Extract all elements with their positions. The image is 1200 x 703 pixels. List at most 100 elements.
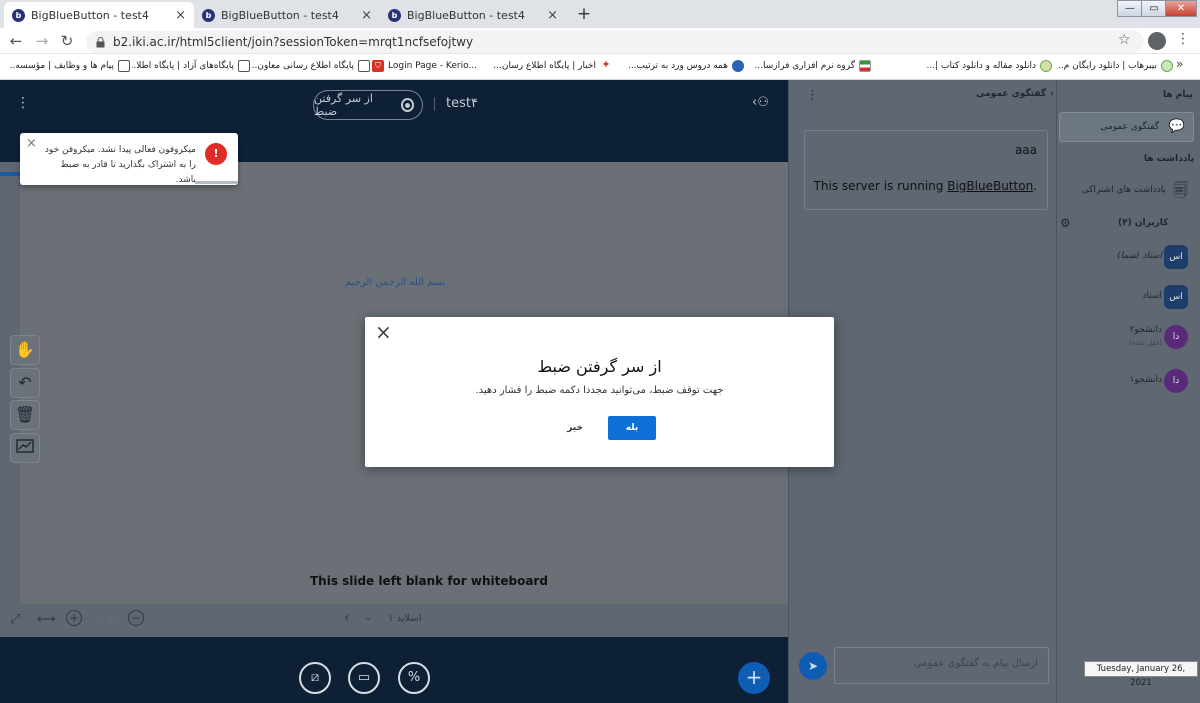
toast-message: میکروفون فعالی پیدا نشد. میکروفن خود را … xyxy=(44,145,196,185)
minimize-button[interactable]: — xyxy=(1117,0,1143,17)
tab-title: BigBlueButton - test4 xyxy=(31,8,149,22)
bookmark-item[interactable]: پیام ها و وظایف | مؤسسه... xyxy=(10,57,130,75)
avatar: اس xyxy=(1164,285,1188,309)
tab-close-icon[interactable]: × xyxy=(175,8,186,23)
tab-close-icon[interactable]: × xyxy=(361,8,372,23)
avatar: دا xyxy=(1164,369,1188,393)
header-divider xyxy=(434,97,435,111)
slide-text: بسم الله الرحمن الرحیم xyxy=(345,277,446,288)
bigbluebutton-favicon-icon: b xyxy=(202,8,215,22)
chat-header[interactable]: گفتگوی عمومی ‹ xyxy=(976,89,1054,99)
modal-title: از سر گرفتن ضبط xyxy=(537,357,662,376)
lock-icon xyxy=(96,36,105,47)
url-text: b2.iki.ac.ir/html5client/join?sessionTok… xyxy=(113,35,474,49)
user-item[interactable]: اس استاد xyxy=(1062,283,1190,311)
chat-options-icon[interactable]: ⋮ xyxy=(806,88,819,103)
next-slide-icon[interactable]: › xyxy=(440,610,446,626)
tab-close-icon[interactable]: × xyxy=(547,8,558,23)
bigbluebutton-link[interactable]: BigBlueButton xyxy=(947,179,1033,193)
camera-icon[interactable]: ▭ xyxy=(348,662,380,694)
toggle-userlist-icon[interactable]: ‹⚇ xyxy=(752,95,769,110)
resume-recording-modal: × از سر گرفتن ضبط جهت توقف ضبط، می‌توانی… xyxy=(365,317,834,467)
chat-title: گفتگوی عمومی xyxy=(976,89,1047,99)
bookmark-item[interactable]: بیبرهاب | دانلود رایگان م... xyxy=(1058,57,1173,75)
modal-close-icon[interactable]: × xyxy=(375,321,392,343)
bookmark-item[interactable]: پایگاه اطلاع رسانی معاون... xyxy=(252,57,370,75)
microphone-icon[interactable]: % xyxy=(398,662,430,694)
maximize-button[interactable]: ▭ xyxy=(1141,0,1167,17)
user-item[interactable]: دا دانشجو۱ xyxy=(1062,367,1190,395)
back-arrow-icon[interactable]: ← xyxy=(6,31,26,51)
shared-notes-item[interactable]: 🗐 یادداشت های اشتراکی xyxy=(1066,180,1192,202)
chat-message-line: aaa xyxy=(1014,143,1037,157)
bookmark-icon xyxy=(1040,60,1052,72)
new-tab-button[interactable]: + xyxy=(574,4,594,24)
fullscreen-icon[interactable]: ⤢ xyxy=(10,612,20,627)
chat-message-line: This server is running BigBlueButton. xyxy=(813,179,1037,193)
toast-close-icon[interactable]: × xyxy=(26,136,37,151)
zoom-value: ۱۰۰٪ xyxy=(96,614,114,623)
hand-tool-icon[interactable]: ✋ xyxy=(10,335,40,365)
gear-icon[interactable]: ⚙ xyxy=(1060,216,1071,230)
user-name: استاد (شما) xyxy=(1117,251,1162,261)
bigbluebutton-favicon-icon: b xyxy=(12,8,25,22)
toast-progress-bar xyxy=(195,181,238,184)
microphone-toast: × میکروفون فعالی پیدا نشد. میکروفن خود ر… xyxy=(20,133,238,185)
browser-tab-active[interactable]: b BigBlueButton - test4 × xyxy=(4,2,194,28)
forward-arrow-icon[interactable]: → xyxy=(32,31,52,51)
previous-slide-icon[interactable]: ‹ xyxy=(344,610,350,626)
bookmark-item[interactable]: ⛉ Login Page - Kerio... xyxy=(372,57,480,75)
cancel-button[interactable]: خیر xyxy=(555,416,595,440)
bigbluebutton-favicon-icon: b xyxy=(388,8,401,22)
window-close-button[interactable]: ✕ xyxy=(1165,0,1197,17)
screen-share-icon[interactable]: ⧄ xyxy=(299,662,331,694)
iran-flag-icon xyxy=(859,60,871,72)
slide-dropdown-icon[interactable]: ⌄ xyxy=(364,612,372,623)
profile-avatar-icon[interactable] xyxy=(1148,32,1166,50)
actions-plus-button[interactable]: + xyxy=(738,662,770,694)
browser-tab[interactable]: b BigBlueButton - test4 × xyxy=(194,2,380,28)
reload-icon[interactable]: ↻ xyxy=(57,31,77,51)
page-icon xyxy=(238,60,250,72)
blank-slide-label: This slide left blank for whiteboard xyxy=(310,574,548,588)
user-name: دانشجو۲ xyxy=(1129,325,1162,335)
options-menu-icon[interactable]: ⋮ xyxy=(16,95,30,113)
browser-tab[interactable]: b BigBlueButton - test4 × xyxy=(380,2,566,28)
user-item[interactable]: دا دانشجو۲ (قفل شده) xyxy=(1062,323,1190,351)
undo-icon[interactable]: ↶ xyxy=(10,368,40,398)
modal-description: جهت توقف ضبط، می‌توانید مجددا دکمه ضبط ر… xyxy=(475,385,724,396)
bookmark-star-icon[interactable]: ☆ xyxy=(1118,32,1134,50)
tab-title: BigBlueButton - test4 xyxy=(221,8,339,22)
record-icon xyxy=(400,98,414,112)
bookmarks-overflow-button[interactable]: » xyxy=(1176,57,1183,71)
bookmark-item[interactable]: پایگاه‌های آزاد | پایگاه اطلا... xyxy=(132,57,250,75)
record-label: از سر گرفتن ضبط xyxy=(314,92,373,118)
bookmark-icon: ✦ xyxy=(601,58,611,71)
send-message-icon[interactable]: ➤ xyxy=(799,652,827,680)
bookmark-item[interactable]: دانلود مقاله و دانلود کتاب |... xyxy=(877,57,1052,75)
user-name: دانشجو۱ xyxy=(1129,375,1162,385)
user-name: استاد xyxy=(1142,291,1162,301)
trash-icon[interactable]: 🗑 xyxy=(10,400,40,430)
fit-width-icon[interactable]: ⟷ xyxy=(37,612,56,627)
messages-title: پیام ها xyxy=(1163,90,1193,100)
browser-menu-icon[interactable]: ⋮ xyxy=(1176,31,1190,51)
chevron-left-icon: ‹ xyxy=(1050,89,1054,99)
bookmark-item[interactable]: همه دروس ورد به ترتیب... xyxy=(614,57,744,75)
multi-user-whiteboard-icon[interactable] xyxy=(10,433,40,463)
user-item[interactable]: اس استاد (شما) xyxy=(1062,243,1190,271)
zoom-in-icon[interactable]: + xyxy=(66,610,82,626)
zoom-out-icon[interactable]: − xyxy=(128,610,144,626)
page-icon xyxy=(118,60,130,72)
public-chat-item[interactable]: 💬 گفتگوی عمومی xyxy=(1059,112,1194,142)
users-title: کاربران (۴) xyxy=(1118,218,1169,228)
slide-indicator[interactable]: اسلاید ۱ xyxy=(388,613,422,624)
bookmark-item[interactable]: گروه نرم افزاری فرازسا... xyxy=(736,57,871,75)
record-button[interactable]: از سر گرفتن ضبط xyxy=(313,90,423,120)
url-bar[interactable]: b2.iki.ac.ir/html5client/join?sessionTok… xyxy=(86,31,1144,53)
confirm-button[interactable]: بله xyxy=(608,416,656,440)
chat-input[interactable]: ارسال پیام به گفتگوی عمومی xyxy=(834,647,1049,684)
page-icon xyxy=(358,60,370,72)
bookmark-item[interactable]: ✦ اخبار | پایگاه اطلاع رسان... xyxy=(484,57,612,75)
error-alert-icon: ! xyxy=(205,143,227,165)
